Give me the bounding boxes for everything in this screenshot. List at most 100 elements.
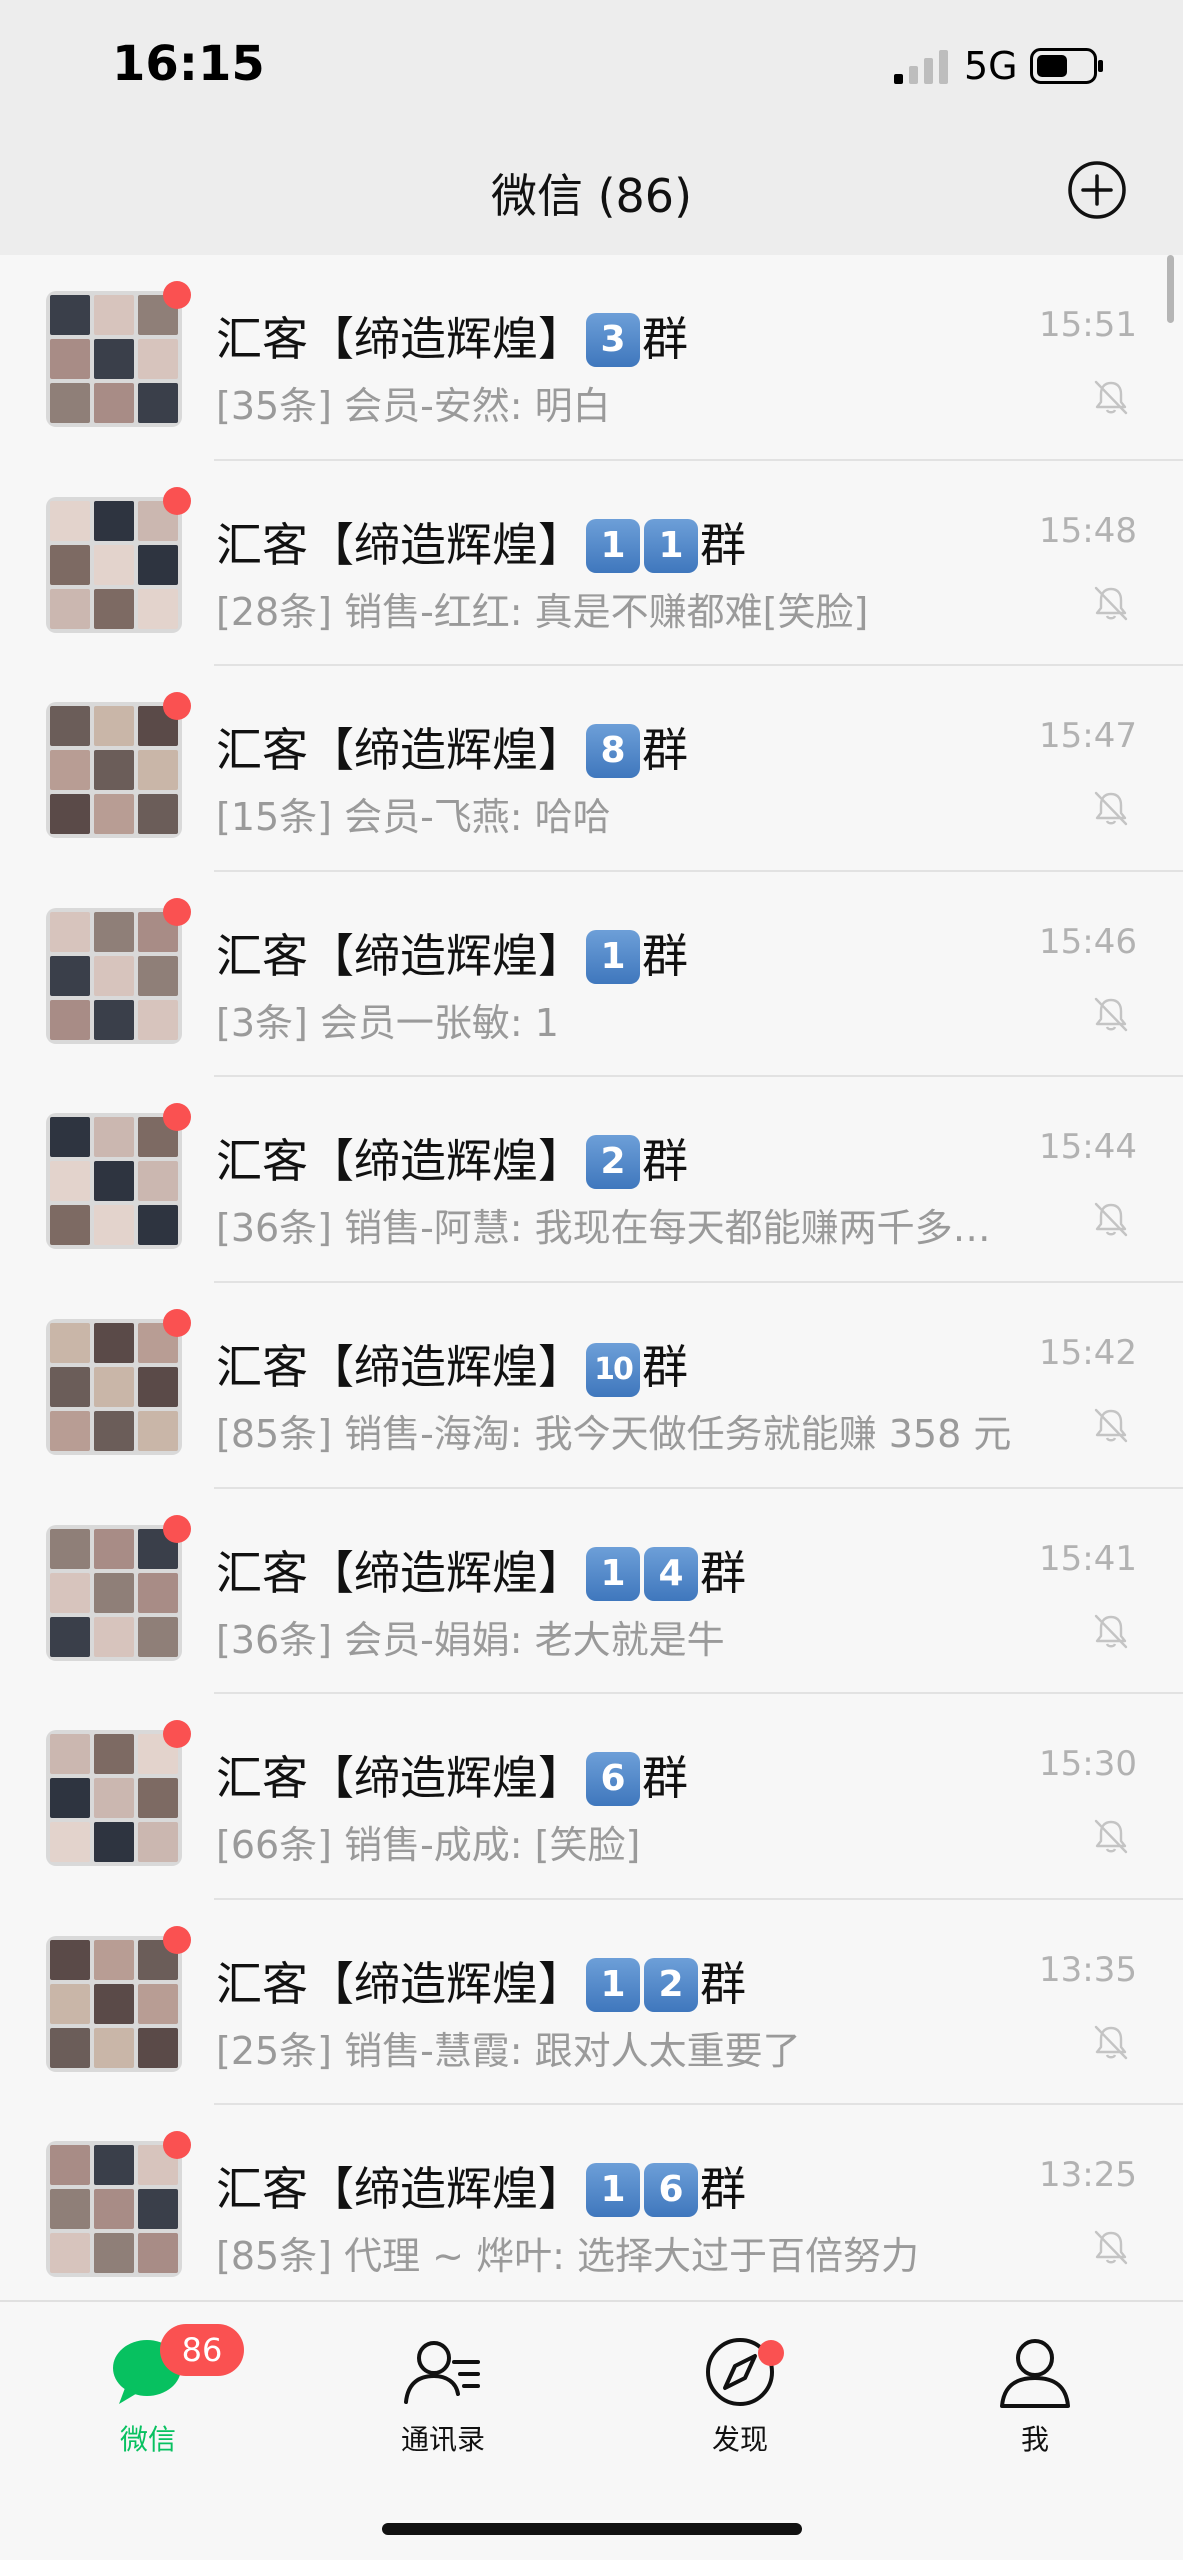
unread-dot (163, 2131, 191, 2160)
last-message-preview: [66条] 销售-成成: [笑脸] (216, 1823, 641, 1868)
chat-title: 汇客【缔造辉煌】 1 6 群 (216, 2153, 746, 2219)
number-keycap: 10 (586, 1342, 640, 1397)
home-indicator[interactable] (382, 2523, 802, 2535)
tab-chats[interactable]: 86 微信 (48, 2324, 248, 2462)
member-photo (138, 750, 178, 791)
chat-title: 汇客【缔造辉煌】 1 群 (216, 920, 688, 986)
chat-row[interactable]: 汇客【缔造辉煌】 2 群 [36条] 销售-阿慧: 我现在每天都能赚两千多… 15:44 (0, 1077, 1183, 1283)
message-time: 15:44 (1039, 1127, 1137, 1168)
chat-row[interactable]: 汇客【缔造辉煌】 6 群 [66条] 销售-成成: [笑脸] 15:30 (0, 1694, 1183, 1900)
member-photo (94, 1983, 134, 2024)
member-photo (94, 383, 134, 423)
last-message-preview: [36条] 销售-阿慧: 我现在每天都能赚两千多… (216, 1206, 991, 1251)
member-photo (138, 1366, 178, 1407)
member-photo (50, 500, 90, 541)
status-time: 16:15 (112, 36, 265, 92)
member-photo (138, 588, 178, 629)
member-photo (138, 2027, 178, 2068)
chat-row[interactable]: 汇客【缔造辉煌】 10 群 [85条] 销售-海淘: 我今天做任务就能赚 358 元 1… (0, 1282, 1183, 1489)
member-photo (50, 1410, 90, 1451)
member-photo (94, 1822, 134, 1863)
chat-row[interactable]: 汇客【缔造辉煌】 1 1 群 [28条] 销售-红红: 真是不赚都难[笑脸] 15:48 (0, 460, 1183, 667)
chat-title-suffix: 群 (700, 517, 746, 572)
new-dot (758, 2340, 784, 2366)
member-photo (94, 1528, 134, 1569)
number-keycap: 6 (586, 1752, 640, 1807)
member-photo (94, 1939, 134, 1980)
member-photo (50, 911, 90, 952)
chat-title-prefix: 汇客【缔造辉煌】 (216, 1545, 584, 1600)
member-photo (94, 1205, 134, 1246)
muted-bell-icon (1094, 997, 1128, 1031)
last-message-preview: [15条] 会员-飞燕: 哈哈 (216, 795, 611, 840)
chat-row[interactable]: 汇客【缔造辉煌】 3 群 [35条] 会员-安然: 明白 15:51 (0, 255, 1183, 461)
message-time: 15:47 (1039, 716, 1137, 757)
chat-title: 汇客【缔造辉煌】 1 1 群 (216, 509, 746, 575)
wechat-screen: 16:15 5G 微信 (86) 汇客【缔造辉煌】 3 群 [35条] 会员-安然: … (0, 0, 1183, 2560)
member-photo (50, 955, 90, 996)
member-photo (50, 706, 90, 747)
member-photo (94, 2145, 134, 2186)
member-photo (94, 339, 134, 379)
member-photo (138, 1572, 178, 1613)
member-photo (94, 1734, 134, 1775)
chat-row[interactable]: 汇客【缔造辉煌】 1 2 群 [25条] 销售-慧霞: 跟对人太重要了 13:35 (0, 1899, 1183, 2106)
chat-title-suffix: 群 (642, 312, 688, 366)
chat-title-prefix: 汇客【缔造辉煌】 (216, 1751, 584, 1806)
chat-title-prefix: 汇客【缔造辉煌】 (216, 723, 584, 778)
tab-label: 通讯录 (400, 2423, 485, 2456)
member-photo (50, 2189, 90, 2230)
group-avatar (46, 907, 182, 1044)
plus-circle-icon[interactable] (1065, 158, 1129, 222)
group-avatar (46, 1318, 182, 1455)
chat-title-prefix: 汇客【缔造辉煌】 (216, 517, 584, 572)
member-photo (138, 339, 178, 379)
chat-list[interactable]: 汇客【缔造辉煌】 3 群 [35条] 会员-安然: 明白 15:51 汇客【缔造辉煌】 1 1… (0, 255, 1183, 2300)
chat-title-prefix: 汇客【缔造辉煌】 (216, 2162, 584, 2217)
member-photo (50, 1322, 90, 1363)
scrollbar[interactable] (1167, 255, 1174, 323)
muted-bell-icon (1094, 2025, 1128, 2059)
last-message-preview: [3条] 会员一张敏: 1 (216, 1000, 559, 1045)
muted-bell-icon (1094, 380, 1128, 415)
number-keycap: 1 (586, 929, 640, 984)
tab-contacts[interactable]: 通讯录 (343, 2332, 543, 2462)
chat-row[interactable]: 汇客【缔造辉煌】 8 群 [15条] 会员-飞燕: 哈哈 15:47 (0, 666, 1183, 872)
message-time: 13:25 (1039, 2155, 1137, 2196)
message-time: 15:42 (1039, 1332, 1137, 1373)
page-title: 微信 (86) (490, 169, 693, 223)
avatar-grid (50, 1734, 178, 1863)
chat-row[interactable]: 汇客【缔造辉煌】 1 群 [3条] 会员一张敏: 1 15:46 (0, 871, 1183, 1078)
tab-discover[interactable]: 发现 (640, 2332, 840, 2462)
muted-bell-icon (1094, 1614, 1128, 1648)
chat-title-prefix: 汇客【缔造辉煌】 (216, 1956, 584, 2011)
chat-row[interactable]: 汇客【缔造辉煌】 1 6 群 [85条] 代理 ~ 烨叶: 选择大过于百倍努力 13:25 (0, 2105, 1183, 2300)
avatar-grid (50, 295, 178, 423)
member-photo (50, 2145, 90, 2186)
member-photo (138, 1410, 178, 1451)
muted-bell-icon (1094, 2231, 1128, 2265)
member-photo (94, 1572, 134, 1613)
group-avatar (46, 291, 182, 427)
last-message-preview: [35条] 会员-安然: 明白 (216, 384, 611, 428)
chat-title-suffix: 群 (642, 928, 688, 983)
member-photo (94, 794, 134, 835)
member-photo (138, 1778, 178, 1819)
tab-label: 微信 (119, 2423, 176, 2456)
member-photo (94, 750, 134, 791)
chat-row[interactable]: 汇客【缔造辉煌】 1 4 群 [36条] 会员-娟娟: 老大就是牛 15:41 (0, 1488, 1183, 1695)
number-keycap: 1 (586, 518, 640, 573)
member-photo (50, 794, 90, 835)
member-photo (50, 1983, 90, 2024)
member-photo (50, 1734, 90, 1775)
member-photo (94, 911, 134, 952)
status-bar: 16:15 5G (0, 0, 1183, 140)
tab-me[interactable]: 我 (935, 2332, 1135, 2462)
group-avatar (46, 1113, 182, 1250)
member-photo (138, 2233, 178, 2274)
member-photo (50, 1939, 90, 1980)
unread-badge: 86 (160, 2324, 244, 2376)
member-photo (138, 999, 178, 1040)
chat-title-suffix: 群 (700, 1545, 746, 1600)
chat-title-suffix: 群 (642, 1339, 688, 1394)
